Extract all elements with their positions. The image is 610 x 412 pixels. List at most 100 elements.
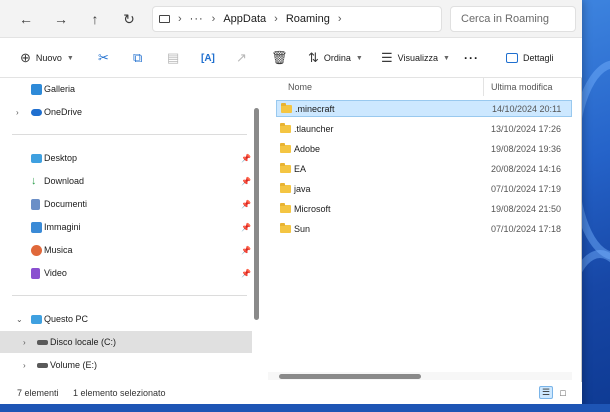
table-row[interactable]: Adobe 19/08/2024 19:36: [276, 140, 572, 157]
command-bar: ⊕ Nuovo ▼ ✂ ⧉ ▤ [A] ↗ 🗑 ⇅ Ordina ▼ ☰ Vis…: [0, 38, 582, 78]
chevron-down-icon: ▼: [355, 54, 363, 62]
folder-icon: [280, 122, 291, 133]
sidebar-item-label: OneDrive: [44, 107, 83, 117]
copy-button[interactable]: ⧉: [133, 48, 142, 68]
horizontal-scrollbar[interactable]: [279, 374, 421, 379]
details-view-icon: ☰: [541, 387, 551, 397]
sidebar-item-video[interactable]: Video 📌: [0, 262, 252, 284]
taskbar-edge: [0, 404, 610, 412]
sidebar-item-label: Download: [44, 176, 85, 186]
file-name: java: [294, 183, 311, 194]
search-placeholder: Cerca in Roaming: [461, 13, 550, 25]
file-date: 13/10/2024 17:26: [491, 123, 562, 134]
sidebar-item-label: Musica: [44, 245, 73, 255]
new-label: Nuovo: [35, 53, 62, 63]
pin-icon[interactable]: 📌: [241, 177, 251, 186]
search-input[interactable]: Cerca in Roaming: [450, 6, 576, 32]
more-options-button[interactable]: ···: [464, 48, 479, 68]
pin-icon[interactable]: 📌: [241, 246, 251, 255]
new-button[interactable]: ⊕ Nuovo ▼: [20, 48, 74, 68]
chevron-right-icon[interactable]: ›: [16, 108, 19, 117]
folder-icon: [280, 182, 291, 193]
column-header-name[interactable]: Nome: [288, 82, 312, 92]
pin-icon[interactable]: 📌: [241, 223, 251, 232]
file-date: 07/10/2024 17:19: [491, 183, 562, 194]
forward-button[interactable]: →: [51, 9, 71, 29]
share-button[interactable]: ↗: [236, 48, 247, 68]
sidebar-item-disco-locale-c[interactable]: › Disco locale (C:): [0, 331, 252, 353]
view-list-icon: ☰: [381, 50, 393, 65]
selection-count: 1 elemento selezionato: [73, 388, 166, 398]
breadcrumb-roaming[interactable]: Roaming: [286, 13, 330, 25]
sort-button[interactable]: ⇅ Ordina ▼: [308, 48, 363, 68]
tiles-view-button[interactable]: □: [556, 386, 570, 399]
delete-button[interactable]: 🗑: [271, 48, 288, 68]
file-explorer-window: ← → ↑ ↻ › ··· › AppData › Roaming › Cerc…: [0, 0, 582, 412]
chevron-right-icon[interactable]: ›: [23, 338, 26, 347]
sidebar-item-onedrive[interactable]: › OneDrive: [0, 101, 252, 123]
item-count: 7 elementi: [17, 388, 59, 398]
refresh-button[interactable]: ↻: [119, 9, 139, 29]
table-row[interactable]: Sun 07/10/2024 17:18: [276, 220, 572, 237]
chevron-right-icon[interactable]: ›: [23, 361, 26, 370]
column-divider[interactable]: [483, 78, 484, 96]
pin-icon[interactable]: 📌: [241, 200, 251, 209]
sidebar-item-musica[interactable]: Musica 📌: [0, 239, 252, 261]
sidebar-item-documenti[interactable]: Documenti 📌: [0, 193, 252, 215]
breadcrumb-overflow[interactable]: ···: [190, 13, 204, 25]
music-icon: [31, 244, 42, 256]
back-button[interactable]: ←: [16, 9, 36, 29]
drive-icon: [37, 363, 48, 368]
table-row[interactable]: java 07/10/2024 17:19: [276, 180, 572, 197]
details-pane-button[interactable]: Dettagli: [506, 48, 554, 68]
pictures-icon: [31, 221, 42, 233]
pin-icon[interactable]: 📌: [241, 154, 251, 163]
view-label: Visualizza: [397, 53, 439, 63]
rename-button[interactable]: [A]: [201, 48, 215, 68]
chevron-down-icon[interactable]: ⌄: [16, 315, 23, 324]
file-date: 19/08/2024 19:36: [491, 143, 562, 154]
sidebar-item-galleria[interactable]: Galleria: [0, 78, 252, 100]
sidebar-item-immagini[interactable]: Immagini 📌: [0, 216, 252, 238]
trash-icon: 🗑: [271, 50, 288, 65]
chevron-down-icon: ▼: [443, 54, 450, 62]
up-button[interactable]: ↑: [85, 9, 105, 29]
view-button[interactable]: ☰ Visualizza ▼: [381, 48, 450, 68]
address-path[interactable]: › ··· › AppData › Roaming ›: [152, 6, 442, 32]
table-row[interactable]: .tlauncher 13/10/2024 17:26: [276, 120, 572, 137]
sidebar-item-questo-pc[interactable]: ⌄ Questo PC: [0, 308, 252, 330]
file-name: Adobe: [294, 143, 321, 154]
column-header-modified[interactable]: Ultima modifica: [491, 82, 553, 92]
plus-circle-icon: ⊕: [20, 50, 31, 65]
chevron-down-icon: ▼: [66, 54, 74, 62]
sort-icon: ⇅: [308, 50, 319, 65]
sidebar-item-label: Immagini: [44, 222, 81, 232]
download-icon: ↓: [31, 174, 37, 187]
sidebar-item-label: Questo PC: [44, 314, 89, 324]
table-row[interactable]: .minecraft 14/10/2024 20:11: [276, 100, 572, 117]
file-date: 19/08/2024 21:50: [491, 203, 562, 214]
gallery-icon: [31, 83, 42, 95]
computer-icon: [31, 314, 42, 324]
table-row[interactable]: EA 20/08/2024 14:16: [276, 160, 572, 177]
table-row[interactable]: Microsoft 19/08/2024 21:50: [276, 200, 572, 217]
sidebar-item-label: Desktop: [44, 153, 78, 163]
pin-icon[interactable]: 📌: [241, 269, 251, 278]
drive-icon: [37, 340, 48, 345]
sidebar-item-desktop[interactable]: Desktop 📌: [0, 147, 252, 169]
video-icon: [31, 267, 40, 279]
sidebar-item-download[interactable]: ↓ Download 📌: [0, 170, 252, 192]
breadcrumb-appdata[interactable]: AppData: [223, 13, 266, 25]
document-icon: [31, 198, 40, 210]
file-date: 20/08/2024 14:16: [491, 163, 562, 174]
file-name: .tlauncher: [294, 123, 334, 134]
folder-icon: [280, 162, 291, 173]
cut-button[interactable]: ✂: [98, 48, 109, 68]
arrow-right-icon: →: [54, 11, 68, 27]
sidebar-item-volume-e[interactable]: › Volume (E:): [0, 354, 252, 376]
sidebar-scrollbar[interactable]: [254, 108, 259, 320]
paste-button[interactable]: ▤: [167, 48, 179, 68]
tiles-view-icon: □: [560, 387, 566, 398]
details-view-button[interactable]: ☰: [539, 386, 553, 399]
details-pane-icon: [506, 53, 518, 63]
